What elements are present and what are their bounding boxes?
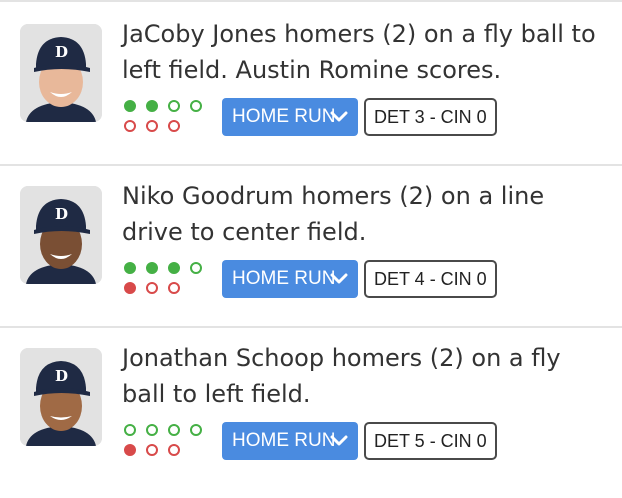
out-dot: [168, 282, 180, 294]
out-dot: [168, 444, 180, 456]
chevron-down-icon: [330, 435, 348, 446]
player-headshot-icon: D: [20, 186, 102, 284]
player-headshot-icon: D: [20, 24, 102, 122]
count-indicator: [122, 422, 212, 462]
score-badge: DET 4 - CIN 0: [364, 260, 497, 298]
result-dropdown-button[interactable]: HOME RUN: [222, 260, 358, 298]
play-description: JaCoby Jones homers (2) on a fly ball to…: [122, 20, 596, 84]
ball-dot: [190, 100, 202, 112]
score-badge: DET 3 - CIN 0: [364, 98, 497, 136]
out-dot: [146, 444, 158, 456]
ball-dot: [168, 100, 180, 112]
play-item: D JaCoby Jones homers (2) on a fly ball …: [0, 2, 622, 164]
score-badge: DET 5 - CIN 0: [364, 422, 497, 460]
ball-dot: [168, 424, 180, 436]
result-dropdown-button[interactable]: HOME RUN: [222, 98, 358, 136]
ball-dot: [190, 262, 202, 274]
player-headshot-icon: D: [20, 348, 102, 446]
player-avatar: D: [20, 24, 102, 122]
ball-dot: [146, 262, 158, 274]
result-dropdown-button[interactable]: HOME RUN: [222, 422, 358, 460]
team-logo: D: [55, 43, 68, 61]
play-item: D Niko Goodrum homers (2) on a line driv…: [0, 166, 622, 328]
count-indicator: [122, 260, 212, 300]
chevron-down-icon: [330, 273, 348, 284]
count-indicator: [122, 98, 212, 138]
ball-dot: [124, 262, 136, 274]
ball-dot: [190, 424, 202, 436]
team-logo: D: [55, 205, 68, 223]
out-dot: [146, 282, 158, 294]
play-item: D Jonathan Schoop homers (2) on a fly ba…: [0, 328, 622, 490]
ball-dot: [168, 262, 180, 274]
play-description: Niko Goodrum homers (2) on a line drive …: [122, 182, 545, 246]
result-label: HOME RUN: [232, 106, 336, 127]
player-avatar: D: [20, 348, 102, 446]
ball-dot: [146, 100, 158, 112]
out-dot: [168, 120, 180, 132]
result-label: HOME RUN: [232, 430, 336, 451]
play-description: Jonathan Schoop homers (2) on a fly ball…: [122, 344, 561, 408]
out-dot: [124, 120, 136, 132]
ball-dot: [146, 424, 158, 436]
ball-dot: [124, 100, 136, 112]
chevron-down-icon: [330, 111, 348, 122]
result-label: HOME RUN: [232, 268, 336, 289]
ball-dot: [124, 424, 136, 436]
team-logo: D: [55, 367, 68, 385]
player-avatar: D: [20, 186, 102, 284]
out-dot: [146, 120, 158, 132]
out-dot: [124, 282, 136, 294]
out-dot: [124, 444, 136, 456]
